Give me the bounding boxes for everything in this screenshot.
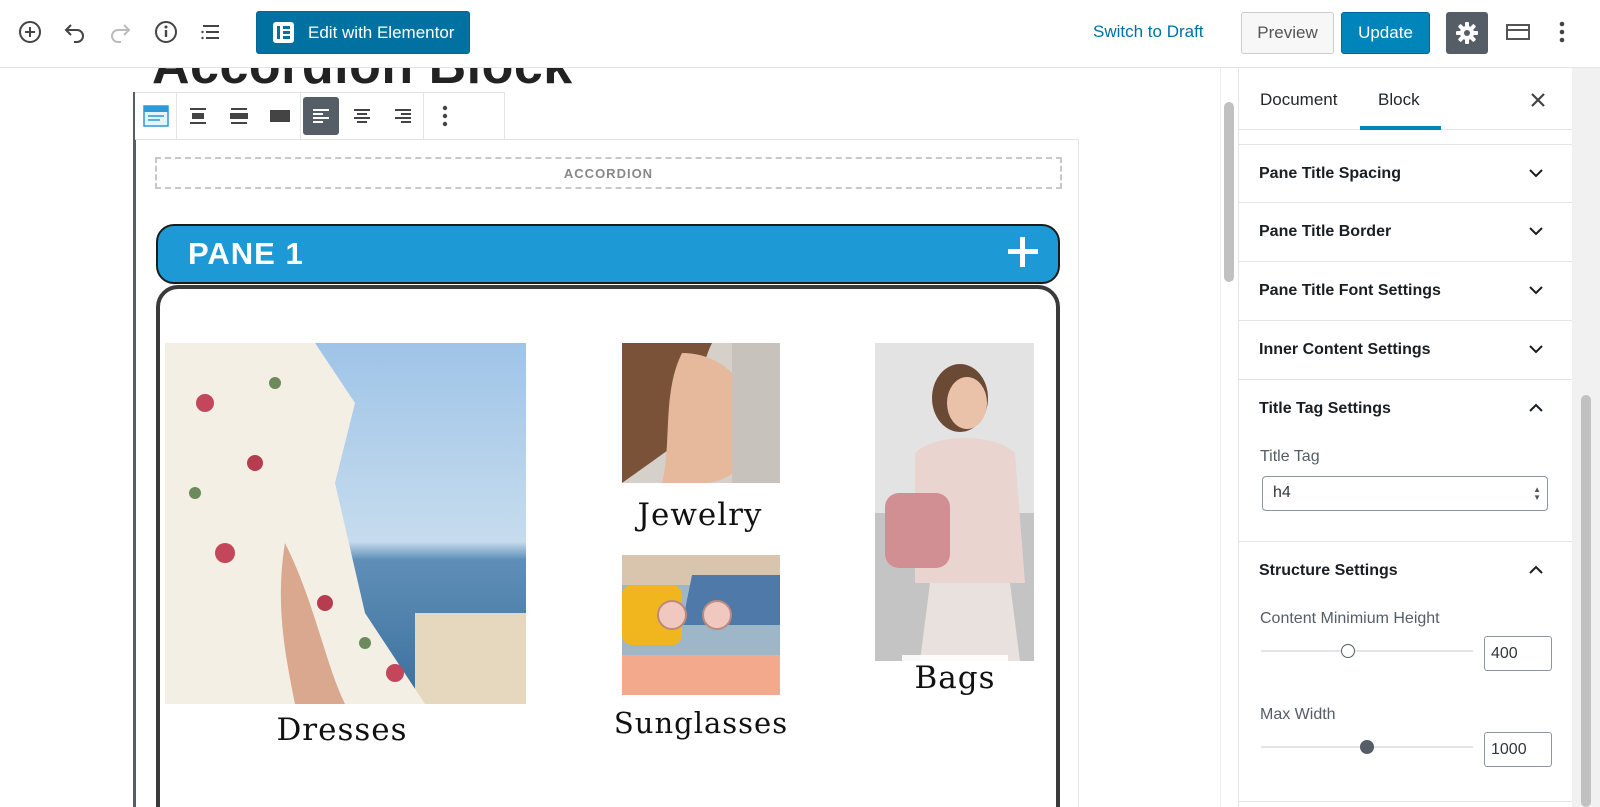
content-min-height-label: Content Minimium Height (1260, 610, 1440, 627)
chevron-up-icon[interactable] (1529, 403, 1543, 413)
max-width-label: Max Width (1260, 706, 1336, 723)
preview-button[interactable]: Preview (1241, 12, 1334, 54)
bags-label: Bags (902, 655, 1008, 701)
chevron-down-icon (1529, 345, 1543, 354)
layout-icon[interactable] (1504, 16, 1532, 48)
panel-title: Pane Title Spacing (1259, 165, 1401, 182)
undo-icon[interactable] (61, 16, 89, 48)
panel-structure-settings: Structure Settings (1239, 542, 1572, 807)
dresses-label: Dresses (268, 706, 416, 754)
plus-icon[interactable] (1008, 237, 1038, 267)
jewelry-image[interactable] (622, 343, 780, 483)
sunglasses-label: Sunglasses (614, 699, 787, 747)
panel-title: Inner Content Settings (1259, 341, 1431, 358)
plus-circle-icon[interactable] (16, 16, 44, 48)
text-align-right-icon[interactable] (382, 93, 423, 139)
edit-with-elementor-label: Edit with Elementor (308, 22, 455, 42)
text-align-center-icon[interactable] (341, 93, 382, 139)
tab-block[interactable]: Block (1378, 90, 1420, 110)
panel-title: Pane Title Border (1259, 223, 1392, 240)
editor-canvas: Accordion Block (0, 68, 1238, 807)
sidebar-tabs: Document Block (1239, 68, 1572, 130)
panel-pane-title-font-settings[interactable]: Pane Title Font Settings (1239, 262, 1572, 321)
bags-image[interactable] (875, 343, 1034, 661)
panel-title[interactable]: Structure Settings (1259, 562, 1398, 580)
pane-title-text[interactable]: PANE 1 (188, 236, 304, 272)
block-more-options-icon[interactable] (424, 93, 465, 139)
edit-with-elementor-button[interactable]: Edit with Elementor (256, 11, 470, 54)
sidebar-scrollbar-thumb[interactable] (1581, 395, 1591, 807)
chevron-up-icon[interactable] (1529, 565, 1543, 575)
close-icon[interactable] (1528, 90, 1548, 110)
settings-sidebar: Document Block Pane Title Spacing Pane T… (1238, 68, 1572, 807)
chevron-down-icon (1529, 286, 1543, 295)
vertical-ellipsis-icon[interactable] (1548, 16, 1576, 48)
panel-title: Pane Title Font Settings (1259, 282, 1441, 299)
panel-divider (1239, 801, 1572, 802)
content-min-height-slider[interactable] (1261, 650, 1473, 652)
title-tag-label: Title Tag (1260, 448, 1320, 465)
content-min-height-input[interactable]: 400 (1484, 636, 1552, 671)
block-toolbar (135, 92, 505, 140)
list-outline-icon[interactable] (197, 16, 225, 48)
panel-title[interactable]: Title Tag Settings (1259, 400, 1391, 418)
title-tag-select[interactable]: h4 ▲ ▼ (1262, 476, 1548, 511)
editor-header: Edit with Elementor Switch to Draft Prev… (0, 0, 1600, 68)
block-type-accordion-icon[interactable] (135, 93, 176, 139)
gear-icon (1456, 22, 1478, 44)
sunglasses-image[interactable] (622, 555, 780, 695)
dresses-image[interactable] (165, 343, 526, 704)
content-min-height-slider-handle[interactable] (1340, 644, 1355, 658)
panel-inner-content-settings[interactable]: Inner Content Settings (1239, 321, 1572, 380)
panel-pane-title-border[interactable]: Pane Title Border (1239, 203, 1572, 262)
switch-to-draft-link[interactable]: Switch to Draft (1093, 22, 1204, 42)
info-icon[interactable] (152, 16, 180, 48)
title-tag-value: h4 (1273, 484, 1291, 501)
max-width-input[interactable]: 1000 (1484, 732, 1552, 767)
editor-scrollbar-thumb[interactable] (1224, 102, 1234, 282)
align-full-icon[interactable] (259, 93, 300, 139)
settings-toggle-button[interactable] (1446, 12, 1488, 54)
max-width-slider-handle[interactable] (1360, 740, 1374, 754)
update-button[interactable]: Update (1341, 12, 1430, 54)
active-tab-indicator (1360, 126, 1441, 130)
text-align-left-icon[interactable] (303, 97, 339, 135)
align-center-block-icon[interactable] (218, 93, 259, 139)
align-wide-icon[interactable] (177, 93, 218, 139)
jewelry-label: Jewelry (626, 491, 774, 539)
accordion-pane-title[interactable]: PANE 1 (156, 224, 1060, 284)
elementor-logo-icon (273, 22, 294, 43)
accordion-block-label: ACCORDION (155, 157, 1062, 189)
redo-icon[interactable] (106, 16, 134, 48)
chevron-down-icon (1529, 227, 1543, 236)
chevron-down-icon (1529, 169, 1543, 178)
select-arrows-icon: ▲ ▼ (1533, 485, 1541, 502)
panel-pane-title-spacing[interactable]: Pane Title Spacing (1239, 144, 1572, 203)
tab-document[interactable]: Document (1260, 90, 1337, 110)
